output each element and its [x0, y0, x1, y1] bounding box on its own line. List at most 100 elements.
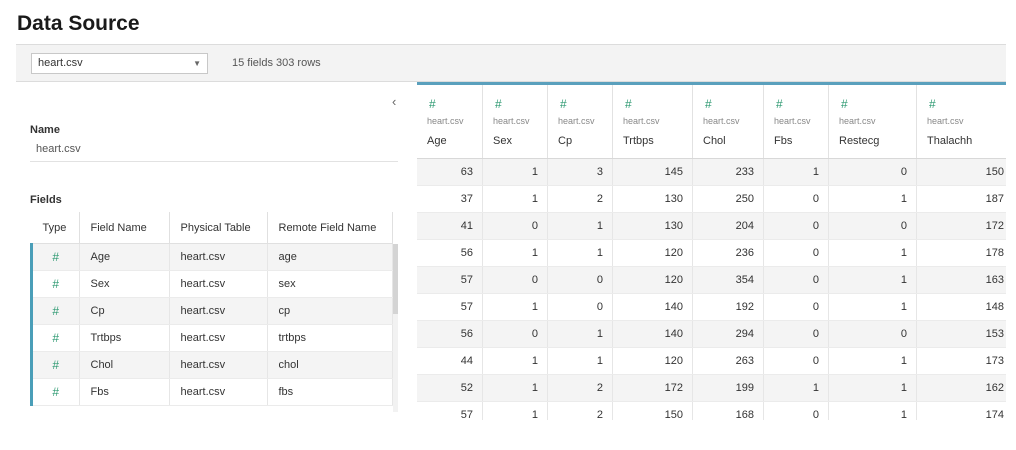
grid-cell[interactable]: 263: [692, 347, 764, 375]
grid-cell[interactable]: 150: [916, 158, 1006, 186]
grid-cell[interactable]: 0: [763, 320, 829, 348]
grid-cell[interactable]: 0: [763, 266, 829, 294]
hash-icon[interactable]: #: [30, 351, 80, 379]
grid-cell[interactable]: 0: [763, 185, 829, 213]
grid-column-header[interactable]: # heart.csv Age: [417, 85, 483, 159]
grid-cell[interactable]: 199: [692, 374, 764, 402]
grid-cell[interactable]: 0: [763, 347, 829, 375]
grid-cell[interactable]: 0: [547, 293, 613, 321]
grid-cell[interactable]: 0: [828, 212, 917, 240]
column-name[interactable]: Chol: [703, 135, 726, 147]
grid-cell[interactable]: 0: [482, 212, 548, 240]
hash-icon[interactable]: #: [30, 297, 80, 325]
grid-cell[interactable]: 1: [547, 347, 613, 375]
grid-cell[interactable]: 130: [612, 212, 693, 240]
hash-icon[interactable]: #: [841, 97, 848, 111]
grid-cell[interactable]: 178: [916, 239, 1006, 267]
column-name[interactable]: Cp: [558, 135, 572, 147]
column-name[interactable]: Age: [427, 135, 447, 147]
grid-cell[interactable]: 0: [763, 239, 829, 267]
hash-icon[interactable]: #: [929, 97, 936, 111]
grid-cell[interactable]: 120: [612, 347, 693, 375]
grid-cell[interactable]: 120: [612, 266, 693, 294]
chevron-left-icon[interactable]: ‹: [392, 94, 396, 109]
grid-column-header[interactable]: # heart.csv Restecg: [828, 85, 917, 159]
grid-cell[interactable]: 163: [916, 266, 1006, 294]
grid-cell[interactable]: 0: [828, 158, 917, 186]
grid-cell[interactable]: 354: [692, 266, 764, 294]
grid-cell[interactable]: 148: [916, 293, 1006, 321]
grid-cell[interactable]: 57: [417, 401, 483, 420]
data-source-dropdown[interactable]: heart.csv ▼: [31, 53, 208, 74]
grid-cell[interactable]: 236: [692, 239, 764, 267]
grid-cell[interactable]: 1: [547, 212, 613, 240]
hash-icon[interactable]: #: [776, 97, 783, 111]
grid-cell[interactable]: 120: [612, 239, 693, 267]
grid-cell[interactable]: 173: [916, 347, 1006, 375]
column-name[interactable]: Thalachh: [927, 135, 972, 147]
grid-cell[interactable]: 0: [763, 293, 829, 321]
grid-cell[interactable]: 1: [482, 347, 548, 375]
grid-cell[interactable]: 1: [828, 401, 917, 420]
field-row[interactable]: # Chol heart.csv chol: [30, 351, 393, 379]
grid-cell[interactable]: 1: [828, 239, 917, 267]
grid-cell[interactable]: 153: [916, 320, 1006, 348]
grid-cell[interactable]: 0: [763, 212, 829, 240]
field-row[interactable]: # Sex heart.csv sex: [30, 270, 393, 298]
field-name-cell[interactable]: Chol: [79, 351, 170, 379]
grid-cell[interactable]: 1: [828, 293, 917, 321]
hash-icon[interactable]: #: [495, 97, 502, 111]
grid-cell[interactable]: 57: [417, 293, 483, 321]
grid-cell[interactable]: 37: [417, 185, 483, 213]
grid-cell[interactable]: 1: [828, 185, 917, 213]
column-header-remote-field-name[interactable]: Remote Field Name: [266, 212, 393, 244]
grid-cell[interactable]: 1: [482, 293, 548, 321]
hash-icon[interactable]: #: [30, 270, 80, 298]
grid-cell[interactable]: 130: [612, 185, 693, 213]
field-row[interactable]: # Age heart.csv age: [30, 243, 393, 271]
column-header-field-name[interactable]: Field Name: [78, 212, 170, 244]
column-name[interactable]: Restecg: [839, 135, 879, 147]
grid-cell[interactable]: 233: [692, 158, 764, 186]
grid-cell[interactable]: 1: [763, 374, 829, 402]
field-name-cell[interactable]: Cp: [79, 297, 170, 325]
grid-cell[interactable]: 1: [828, 347, 917, 375]
grid-column-header[interactable]: # heart.csv Trtbps: [612, 85, 693, 159]
grid-cell[interactable]: 1: [482, 239, 548, 267]
hash-icon[interactable]: #: [30, 324, 80, 352]
column-name[interactable]: Fbs: [774, 135, 792, 147]
grid-cell[interactable]: 162: [916, 374, 1006, 402]
grid-cell[interactable]: 145: [612, 158, 693, 186]
grid-cell[interactable]: 140: [612, 320, 693, 348]
grid-cell[interactable]: 174: [916, 401, 1006, 420]
grid-cell[interactable]: 1: [482, 401, 548, 420]
grid-cell[interactable]: 250: [692, 185, 764, 213]
field-row[interactable]: # Cp heart.csv cp: [30, 297, 393, 325]
grid-column-header[interactable]: # heart.csv Fbs: [763, 85, 829, 159]
grid-column-header[interactable]: # heart.csv Chol: [692, 85, 764, 159]
hash-icon[interactable]: #: [30, 378, 80, 406]
grid-cell[interactable]: 204: [692, 212, 764, 240]
hash-icon[interactable]: #: [30, 243, 80, 271]
grid-cell[interactable]: 0: [482, 320, 548, 348]
grid-cell[interactable]: 41: [417, 212, 483, 240]
grid-cell[interactable]: 0: [763, 401, 829, 420]
field-row[interactable]: # Fbs heart.csv fbs: [30, 378, 393, 406]
hash-icon[interactable]: #: [429, 97, 436, 111]
grid-cell[interactable]: 0: [828, 320, 917, 348]
grid-cell[interactable]: 1: [763, 158, 829, 186]
grid-cell[interactable]: 172: [612, 374, 693, 402]
grid-cell[interactable]: 44: [417, 347, 483, 375]
field-name-cell[interactable]: Fbs: [79, 378, 170, 406]
grid-cell[interactable]: 63: [417, 158, 483, 186]
scrollbar-thumb[interactable]: [393, 244, 398, 314]
column-header-physical-table[interactable]: Physical Table: [168, 212, 268, 244]
hash-icon[interactable]: #: [560, 97, 567, 111]
field-name-cell[interactable]: Age: [79, 243, 170, 271]
grid-cell[interactable]: 1: [482, 374, 548, 402]
grid-cell[interactable]: 56: [417, 239, 483, 267]
grid-cell[interactable]: 1: [547, 239, 613, 267]
column-name[interactable]: Sex: [493, 135, 512, 147]
column-name[interactable]: Trtbps: [623, 135, 654, 147]
grid-cell[interactable]: 150: [612, 401, 693, 420]
